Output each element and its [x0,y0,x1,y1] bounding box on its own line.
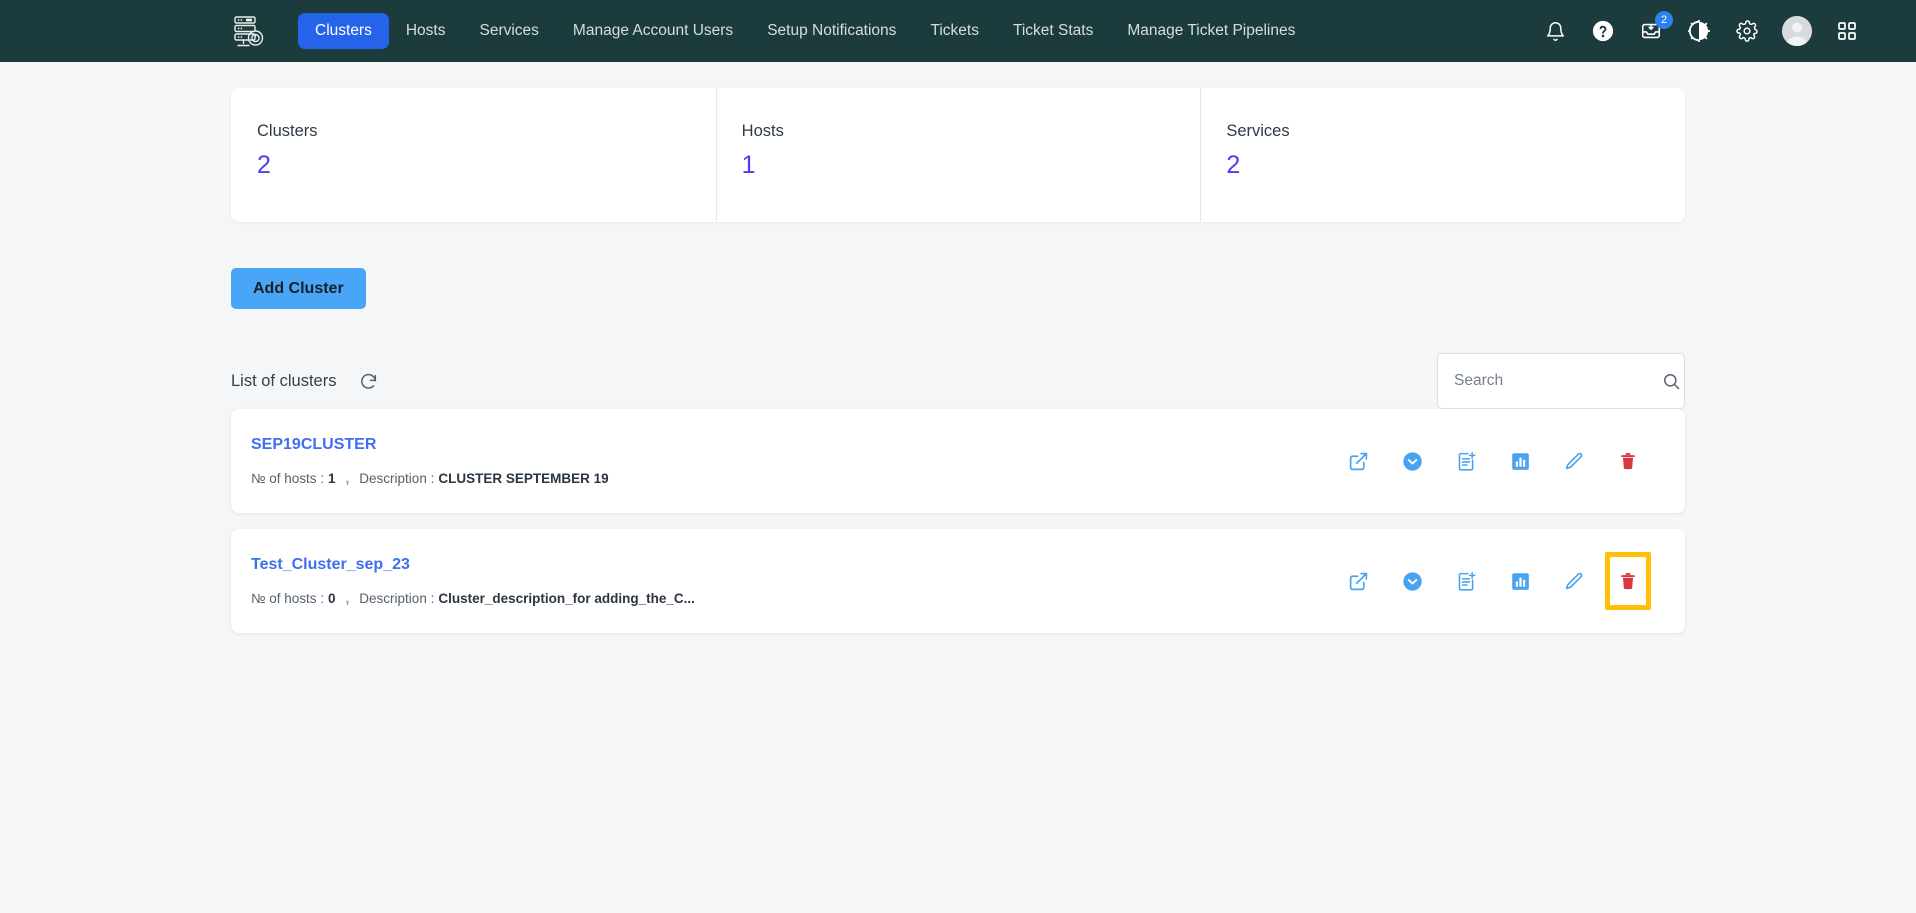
stat-clusters-label: Clusters [257,122,318,140]
stat-hosts-value: 1 [741,150,756,179]
delete-action-wrap [1611,444,1645,478]
stat-services-label: Services [1226,122,1290,140]
meta-separator: , [345,471,350,486]
hosts-label: № of hosts : [251,471,325,486]
refresh-icon[interactable] [356,369,380,393]
trash-icon[interactable] [1611,564,1645,598]
nav-item-setup-notifications[interactable]: Setup Notifications [750,13,913,50]
page-body: Clusters 2 Hosts 1 Services 2 Add Cluste… [0,62,1916,913]
cluster-info: Test_Cluster_sep_23 № of hosts : 0 , Des… [251,556,695,606]
dark-mode-toggle-icon[interactable] [1686,18,1712,44]
cluster-row-actions [1341,444,1645,478]
stat-services: Services 2 [1200,88,1685,222]
primary-nav-links: Clusters Hosts Services Manage Account U… [298,12,1312,50]
document-add-icon[interactable] [1449,564,1483,598]
cluster-meta: № of hosts : 0 , Description : Cluster_d… [251,591,695,606]
hosts-count: 0 [328,591,336,606]
delete-action-wrap-highlighted [1605,552,1651,610]
cluster-row-actions [1341,552,1651,610]
description-label: Description : [359,591,435,606]
search-icon[interactable] [1662,372,1681,391]
server-rack-logo-icon[interactable] [228,10,270,52]
stat-hosts-label: Hosts [741,122,784,140]
document-add-icon[interactable] [1449,444,1483,478]
hosts-count: 1 [328,471,336,486]
nav-item-tickets[interactable]: Tickets [913,13,996,50]
chevron-down-circle-icon[interactable] [1395,564,1429,598]
cluster-info: SEP19CLUSTER № of hosts : 1 , Descriptio… [251,436,609,486]
user-avatar[interactable] [1782,16,1812,46]
bell-icon[interactable] [1542,18,1568,44]
content-container: Clusters 2 Hosts 1 Services 2 Add Cluste… [231,62,1685,633]
navbar-actions: 2 [1542,0,1860,62]
add-cluster-button[interactable]: Add Cluster [231,268,366,309]
list-title-group: List of clusters [231,369,380,393]
hosts-label: № of hosts : [251,591,325,606]
nav-item-services[interactable]: Services [462,13,555,50]
nav-item-hosts[interactable]: Hosts [389,13,463,50]
stat-services-value: 2 [1226,150,1241,179]
cluster-row: Test_Cluster_sep_23 № of hosts : 0 , Des… [231,529,1685,633]
stat-hosts: Hosts 1 [715,88,1201,222]
cluster-name-link[interactable]: Test_Cluster_sep_23 [251,556,410,574]
search-input[interactable] [1454,372,1654,390]
bar-chart-icon[interactable] [1503,444,1537,478]
apps-grid-icon[interactable] [1834,18,1860,44]
inbox-badge-count: 2 [1655,11,1673,29]
bar-chart-icon[interactable] [1503,564,1537,598]
meta-separator: , [345,591,350,606]
nav-item-manage-ticket-pipelines[interactable]: Manage Ticket Pipelines [1110,13,1312,50]
cluster-meta: № of hosts : 1 , Description : CLUSTER S… [251,471,609,486]
description-value: CLUSTER SEPTEMBER 19 [438,471,609,486]
stat-clusters-value: 2 [257,150,271,179]
description-label: Description : [359,471,435,486]
description-value: Cluster_description_for adding_the_C... [438,591,695,606]
nav-item-ticket-stats[interactable]: Ticket Stats [996,13,1110,50]
help-circle-icon[interactable] [1590,18,1616,44]
top-navigation-bar: Clusters Hosts Services Manage Account U… [0,0,1916,62]
inbox-download-icon[interactable]: 2 [1638,11,1673,44]
open-external-icon[interactable] [1341,564,1375,598]
stat-clusters: Clusters 2 [231,88,716,222]
trash-icon[interactable] [1611,444,1645,478]
list-title: List of clusters [231,371,337,390]
cluster-row: SEP19CLUSTER № of hosts : 1 , Descriptio… [231,409,1685,513]
pencil-icon[interactable] [1557,444,1591,478]
chevron-down-circle-icon[interactable] [1395,444,1429,478]
list-header: List of clusters [231,353,1685,409]
summary-stats-card: Clusters 2 Hosts 1 Services 2 [231,88,1685,222]
search-box[interactable] [1437,353,1685,409]
gear-icon[interactable] [1734,18,1760,44]
nav-item-manage-account-users[interactable]: Manage Account Users [556,13,750,50]
pencil-icon[interactable] [1557,564,1591,598]
cluster-name-link[interactable]: SEP19CLUSTER [251,436,376,454]
open-external-icon[interactable] [1341,444,1375,478]
nav-item-clusters[interactable]: Clusters [298,12,389,50]
